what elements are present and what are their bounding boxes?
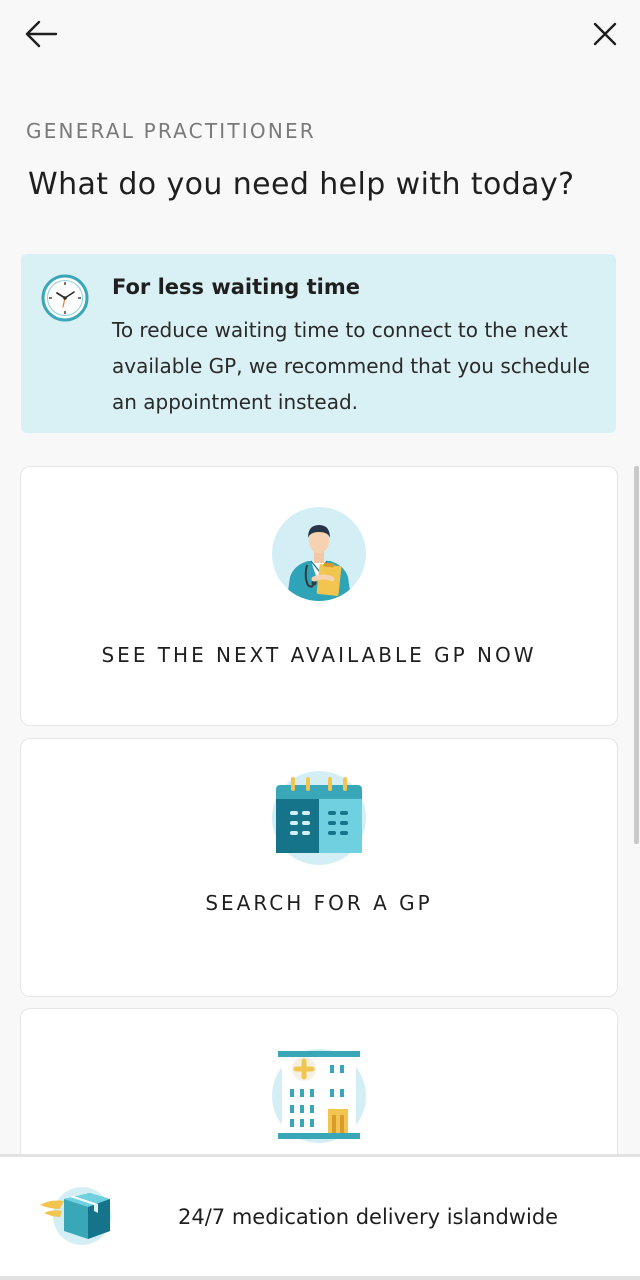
clock-icon <box>41 274 89 322</box>
top-bar <box>0 0 640 72</box>
option-label: SEARCH FOR A GP <box>205 891 433 915</box>
doctor-icon <box>272 507 366 601</box>
arrow-left-icon <box>25 20 58 48</box>
info-text: To reduce waiting time to connect to the… <box>112 318 590 414</box>
option-label: SEE THE NEXT AVAILABLE GP NOW <box>101 643 537 667</box>
section-label: GENERAL PRACTITIONER <box>26 119 316 143</box>
clinic-building-icon <box>272 1049 366 1143</box>
page-title: What do you need help with today? <box>28 167 575 202</box>
bottom-divider <box>0 1276 640 1280</box>
close-button[interactable] <box>583 12 627 56</box>
delivery-banner[interactable]: 24/7 medication delivery islandwide <box>0 1154 640 1276</box>
close-icon <box>593 22 617 46</box>
delivery-box-icon <box>40 1187 111 1245</box>
option-card-next-gp[interactable]: SEE THE NEXT AVAILABLE GP NOW <box>20 466 618 726</box>
scrollbar[interactable] <box>634 466 639 844</box>
screen: GENERAL PRACTITIONER What do you need he… <box>0 0 640 1280</box>
option-card-search-gp[interactable]: SEARCH FOR A GP <box>20 738 618 997</box>
calendar-icon <box>272 771 366 865</box>
info-box: For less waiting time To reduce waiting … <box>21 254 616 433</box>
back-button[interactable] <box>19 12 63 56</box>
delivery-banner-text: 24/7 medication delivery islandwide <box>178 1205 559 1229</box>
info-title: For less waiting time <box>112 275 361 299</box>
